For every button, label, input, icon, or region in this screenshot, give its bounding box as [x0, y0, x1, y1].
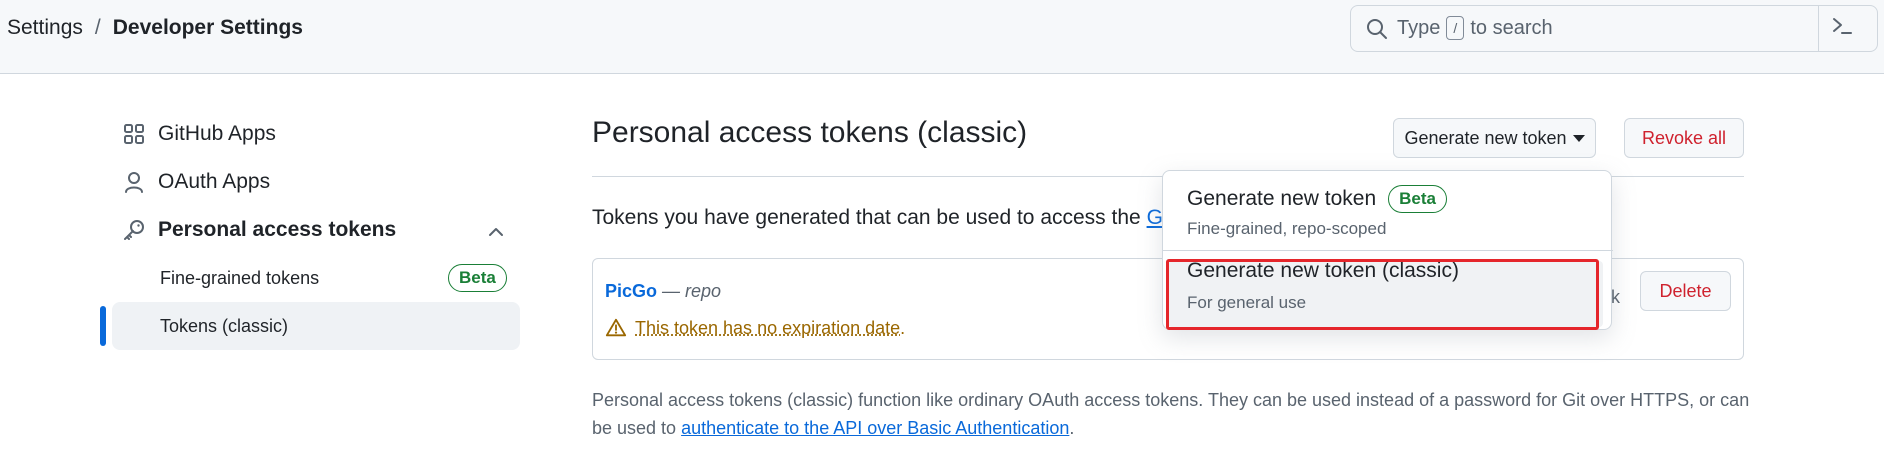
dropdown-item-title: Generate new token — [1187, 187, 1377, 210]
revoke-all-button[interactable]: Revoke all — [1624, 118, 1744, 158]
footer-description: Personal access tokens (classic) functio… — [592, 386, 1752, 442]
apps-grid-icon — [124, 124, 144, 144]
generate-new-token-button[interactable]: Generate new token — [1393, 118, 1596, 158]
caret-down-icon — [1572, 134, 1585, 142]
beta-badge: Beta — [448, 264, 507, 292]
sidebar-item-label: GitHub Apps — [158, 122, 276, 145]
breadcrumb: Settings / Developer Settings — [7, 14, 303, 42]
breadcrumb-developer-settings: Developer Settings — [112, 16, 303, 39]
intro-text: Tokens you have generated that can be us… — [592, 206, 1173, 230]
dropdown-item-description: Fine-grained, repo-scoped — [1187, 219, 1387, 238]
token-expiration-warning: This token has no expiration date. — [605, 317, 905, 339]
alert-icon — [605, 318, 627, 337]
dropdown-item-title-row: Generate new token Beta — [1187, 185, 1447, 213]
token-scope: repo — [685, 281, 722, 301]
footer-suffix: . — [1069, 418, 1075, 438]
sidebar-item-oauth-apps[interactable]: OAuth Apps — [122, 170, 270, 194]
command-palette-icon[interactable] — [1830, 14, 1854, 38]
footer-link[interactable]: authenticate to the API over Basic Authe… — [681, 418, 1069, 438]
sidebar-item-label: Personal access tokens — [158, 218, 397, 241]
top-bar: Settings / Developer Settings Type / to … — [0, 0, 1884, 74]
search-prefix: Type — [1397, 16, 1441, 39]
token-name[interactable]: PicGo — [605, 281, 657, 301]
page-title: Personal access tokens (classic) — [592, 116, 1028, 149]
sidebar-item-label: OAuth Apps — [158, 170, 271, 193]
sidebar-subitem-tokens-classic[interactable]: Tokens (classic) — [160, 316, 288, 337]
breadcrumb-separator: / — [94, 16, 101, 39]
search-suffix: to search — [1470, 16, 1553, 39]
search-shortcut-key: / — [1446, 16, 1465, 40]
chevron-up-icon[interactable] — [486, 222, 506, 242]
search-input[interactable]: Type / to search — [1350, 5, 1878, 52]
beta-badge: Beta — [1388, 185, 1447, 213]
token-separator: — — [657, 281, 686, 301]
search-icon — [1367, 19, 1387, 39]
token-warning-suffix: . — [900, 317, 906, 338]
command-divider — [1818, 5, 1819, 52]
sidebar-active-indicator — [100, 306, 106, 346]
sidebar-item-personal-access-tokens[interactable]: Personal access tokens — [122, 218, 396, 242]
dropdown-item-fine-grained[interactable]: Generate new token Beta Fine-grained, re… — [1163, 171, 1613, 251]
token-warning-text[interactable]: This token has no expiration date — [635, 318, 900, 338]
intro-text-body: Tokens you have generated that can be us… — [592, 206, 1141, 229]
sidebar-subitem-fine-grained-tokens[interactable]: Fine-grained tokens — [160, 268, 319, 289]
key-icon — [124, 220, 144, 240]
person-icon — [125, 172, 143, 193]
generate-button-label: Generate new token — [1404, 127, 1567, 148]
breadcrumb-settings[interactable]: Settings — [7, 14, 83, 42]
highlight-box — [1166, 259, 1599, 330]
delete-token-button[interactable]: Delete — [1640, 271, 1731, 311]
sidebar-item-github-apps[interactable]: GitHub Apps — [122, 122, 276, 146]
token-name-row: PicGo — repo — [605, 281, 721, 302]
search-placeholder: Type / to search — [1397, 16, 1553, 40]
